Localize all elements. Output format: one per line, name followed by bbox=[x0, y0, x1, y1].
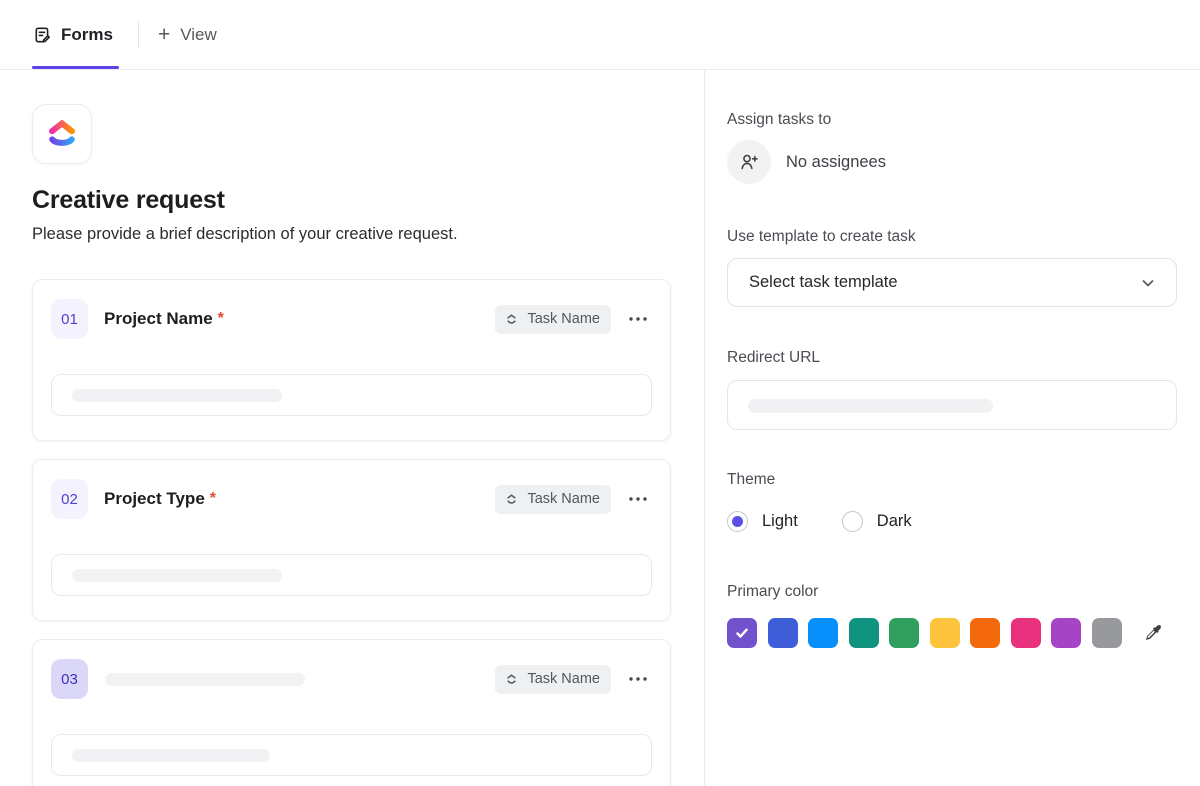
field-more-options-button[interactable] bbox=[624, 492, 652, 506]
color-swatch[interactable] bbox=[808, 618, 838, 648]
add-assignee-icon bbox=[738, 151, 760, 173]
task-name-badge[interactable]: Task Name bbox=[495, 305, 611, 334]
form-fields-list: 01 Project Name * Task Name bbox=[32, 279, 671, 786]
field-number-badge: 02 bbox=[51, 479, 88, 519]
color-swatch[interactable] bbox=[1092, 618, 1122, 648]
theme-options: Light Dark bbox=[727, 511, 1177, 532]
task-name-badge[interactable]: Task Name bbox=[495, 665, 611, 694]
theme-dark-label: Dark bbox=[877, 512, 912, 531]
more-options-icon bbox=[628, 496, 648, 502]
field-label-skeleton bbox=[105, 673, 305, 686]
tab-divider bbox=[138, 22, 139, 48]
chevron-down-icon bbox=[1139, 274, 1157, 292]
form-title: Creative request bbox=[32, 186, 671, 215]
color-swatch[interactable] bbox=[768, 618, 798, 648]
add-assignee-button[interactable] bbox=[727, 140, 771, 184]
eyedropper-button[interactable] bbox=[1141, 621, 1166, 646]
eyedropper-icon bbox=[1143, 623, 1164, 644]
task-name-badge-label: Task Name bbox=[527, 491, 600, 507]
field-number-badge: 01 bbox=[51, 299, 88, 339]
redirect-url-label: Redirect URL bbox=[727, 347, 1177, 369]
checkmark-icon bbox=[734, 625, 750, 641]
template-label: Use template to create task bbox=[727, 226, 1177, 248]
field-number-badge: 03 bbox=[51, 659, 88, 699]
clickup-glyph-icon bbox=[504, 672, 519, 687]
task-template-select-value: Select task template bbox=[749, 273, 898, 292]
primary-color-label: Primary color bbox=[727, 581, 1177, 603]
tab-forms[interactable]: Forms bbox=[32, 0, 119, 69]
form-logo-card[interactable] bbox=[32, 104, 92, 164]
color-swatch[interactable] bbox=[889, 618, 919, 648]
clickup-glyph-icon bbox=[504, 492, 519, 507]
color-swatch[interactable] bbox=[849, 618, 879, 648]
clickup-glyph-icon bbox=[504, 312, 519, 327]
field-label: Project Type bbox=[104, 489, 205, 509]
color-swatch[interactable] bbox=[1011, 618, 1041, 648]
clickup-logo-icon bbox=[44, 116, 80, 152]
task-name-badge[interactable]: Task Name bbox=[495, 485, 611, 514]
primary-color-swatches bbox=[727, 618, 1122, 648]
theme-option-dark[interactable]: Dark bbox=[842, 511, 912, 532]
radio-light[interactable] bbox=[727, 511, 748, 532]
primary-color-row bbox=[727, 618, 1177, 648]
required-marker: * bbox=[210, 490, 216, 508]
forms-icon bbox=[32, 25, 52, 45]
color-swatch[interactable] bbox=[970, 618, 1000, 648]
view-tabs-bar: Forms + View bbox=[0, 0, 1200, 70]
field-more-options-button[interactable] bbox=[624, 672, 652, 686]
color-swatch[interactable] bbox=[727, 618, 757, 648]
field-label: Project Name bbox=[104, 309, 213, 329]
form-description: Please provide a brief description of yo… bbox=[32, 225, 671, 244]
color-swatch[interactable] bbox=[930, 618, 960, 648]
form-field-card[interactable]: 02 Project Type * Task Name bbox=[32, 459, 671, 621]
input-placeholder-skeleton bbox=[72, 569, 282, 582]
assign-tasks-label: Assign tasks to bbox=[727, 109, 1177, 131]
task-name-badge-label: Task Name bbox=[527, 311, 600, 327]
field-input-preview[interactable] bbox=[51, 554, 652, 596]
field-input-preview[interactable] bbox=[51, 734, 652, 776]
input-placeholder-skeleton bbox=[72, 749, 270, 762]
field-input-preview[interactable] bbox=[51, 374, 652, 416]
redirect-url-skeleton bbox=[748, 399, 993, 413]
task-name-badge-label: Task Name bbox=[527, 671, 600, 687]
task-template-select[interactable]: Select task template bbox=[727, 258, 1177, 307]
input-placeholder-skeleton bbox=[72, 389, 282, 402]
field-more-options-button[interactable] bbox=[624, 312, 652, 326]
form-field-card[interactable]: 03 Task Name bbox=[32, 639, 671, 786]
active-tab-underline bbox=[32, 66, 119, 69]
theme-option-light[interactable]: Light bbox=[727, 511, 798, 532]
plus-icon: + bbox=[158, 24, 170, 45]
theme-light-label: Light bbox=[762, 512, 798, 531]
tab-forms-label: Forms bbox=[61, 25, 113, 45]
assignees-value: No assignees bbox=[786, 153, 886, 172]
radio-dark[interactable] bbox=[842, 511, 863, 532]
redirect-url-input[interactable] bbox=[727, 380, 1177, 430]
more-options-icon bbox=[628, 316, 648, 322]
add-view-button[interactable]: + View bbox=[158, 0, 217, 69]
form-field-card[interactable]: 01 Project Name * Task Name bbox=[32, 279, 671, 441]
assignees-row[interactable]: No assignees bbox=[727, 140, 1177, 184]
theme-label: Theme bbox=[727, 469, 1177, 491]
add-view-label: View bbox=[180, 25, 217, 45]
required-marker: * bbox=[218, 310, 224, 328]
color-swatch[interactable] bbox=[1051, 618, 1081, 648]
more-options-icon bbox=[628, 676, 648, 682]
form-settings-sidebar: Assign tasks to No assignees Use templat… bbox=[705, 70, 1200, 786]
form-builder-canvas: Creative request Please provide a brief … bbox=[0, 70, 705, 786]
